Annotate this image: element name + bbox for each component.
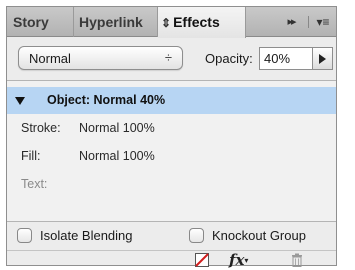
list-item-object[interactable]: Object: Normal 40% — [7, 87, 336, 114]
tab-effects-label: Effects — [173, 14, 220, 30]
stroke-value: Normal 100% — [79, 121, 155, 135]
fx-dropdown-icon: ▾ — [244, 255, 249, 265]
tab-hyperlink-label: Hyperlink — [79, 14, 143, 30]
opacity-input[interactable]: 40% — [259, 47, 313, 70]
tab-divider — [308, 16, 309, 28]
knockout-group-label: Knockout Group — [212, 228, 306, 243]
tab-story[interactable]: Story — [7, 7, 74, 37]
fill-value: Normal 100% — [79, 149, 155, 163]
fx-label: fx — [229, 251, 245, 269]
isolate-blending-label: Isolate Blending — [40, 228, 133, 243]
stroke-key: Stroke: — [21, 121, 61, 135]
effects-target-list: Object: Normal 40% Stroke: Normal 100% F… — [7, 81, 336, 221]
blend-mode-select[interactable]: Normal ÷ — [18, 46, 183, 70]
tab-story-label: Story — [13, 14, 49, 30]
panel-menu-icon[interactable]: ▾≡ — [312, 7, 334, 37]
checkbox-box[interactable] — [189, 228, 204, 243]
checkbox-box[interactable] — [17, 228, 32, 243]
isolate-blending-checkbox[interactable]: Isolate Blending — [17, 227, 182, 245]
text-key: Text: — [21, 177, 48, 191]
divider — [7, 250, 336, 251]
clear-effects-icon[interactable] — [195, 253, 209, 267]
disclosure-triangle-icon[interactable] — [15, 97, 25, 105]
object-effect-label: Object: Normal 40% — [47, 93, 166, 107]
tab-effects[interactable]: ⇕ Effects — [158, 7, 246, 38]
list-item-stroke[interactable]: Stroke: Normal 100% — [7, 115, 336, 142]
trash-icon[interactable] — [291, 253, 303, 267]
stepper-arrow-icon — [319, 54, 326, 64]
opacity-stepper-button[interactable] — [313, 47, 333, 70]
opacity-label: Opacity: — [205, 51, 253, 66]
sort-arrows-icon: ⇕ — [161, 16, 172, 30]
list-item-text[interactable]: Text: — [7, 171, 336, 198]
divider — [7, 221, 336, 222]
tab-hyperlink[interactable]: Hyperlink — [74, 7, 158, 37]
blend-mode-value: Normal — [29, 51, 71, 66]
panel-tab-bar: Story Hyperlink ⇕ Effects ▸▸ ▾≡ — [7, 7, 336, 38]
overflow-icon[interactable]: ▸▸ — [279, 7, 303, 37]
fx-icon[interactable]: fx▾ — [229, 251, 253, 269]
fill-key: Fill: — [21, 149, 41, 163]
select-arrows-icon: ÷ — [164, 50, 172, 65]
knockout-group-checkbox[interactable]: Knockout Group — [189, 227, 334, 245]
list-item-fill[interactable]: Fill: Normal 100% — [7, 143, 336, 170]
effects-panel: Story Hyperlink ⇕ Effects ▸▸ ▾≡ Normal ÷ … — [6, 6, 337, 269]
